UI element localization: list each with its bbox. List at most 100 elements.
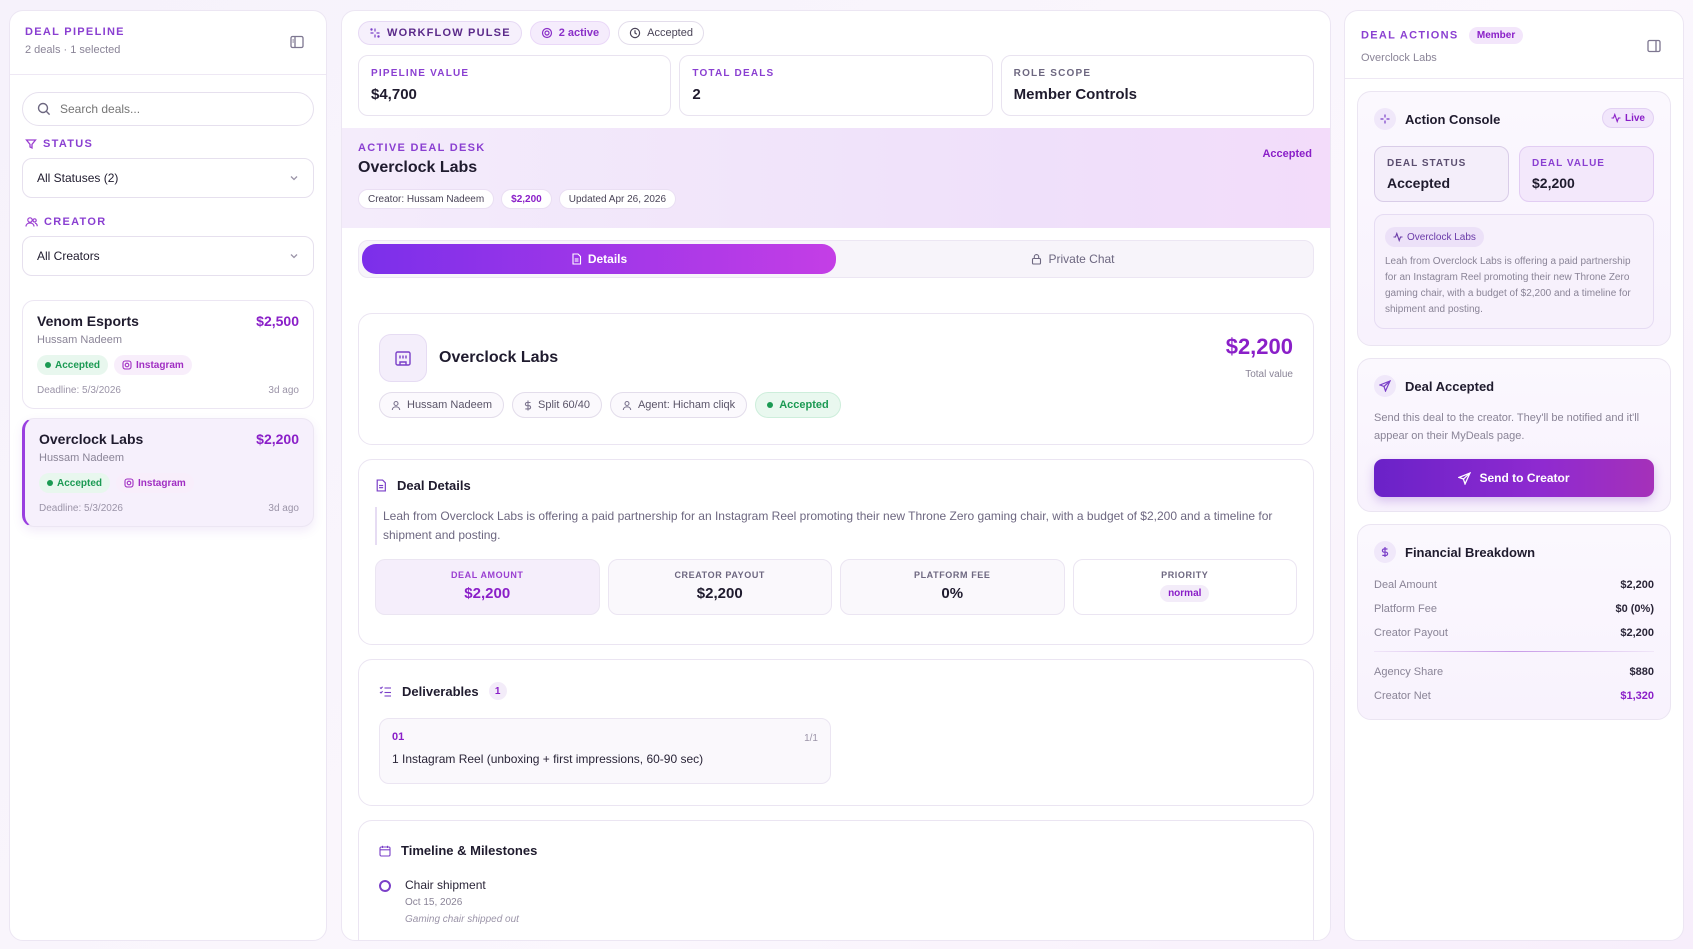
tab-details[interactable]: Details xyxy=(362,244,836,274)
stat-priority: PRIORITY normal xyxy=(1072,559,1297,615)
hero-split-label: Split 60/40 xyxy=(537,399,590,411)
brief-brand-chip: Overclock Labs xyxy=(1385,227,1484,247)
instagram-icon xyxy=(124,478,134,488)
instagram-icon xyxy=(122,360,132,370)
tab-private-chat[interactable]: Private Chat xyxy=(836,244,1310,274)
fin-label: Creator Net xyxy=(1374,690,1431,702)
status-select-value: All Statuses (2) xyxy=(37,171,119,185)
metrics-row: PIPELINE VALUE $4,700 TOTAL DEALS 2 ROLE… xyxy=(342,55,1330,116)
creator-select[interactable]: All Creators xyxy=(22,236,314,276)
metric-label: PIPELINE VALUE xyxy=(371,68,470,79)
fin-divider xyxy=(1374,651,1654,652)
activity-icon xyxy=(1611,113,1621,123)
deal-tabs: Details Private Chat xyxy=(358,240,1314,278)
user-icon xyxy=(391,400,401,411)
deal-actions-title: DEAL ACTIONS xyxy=(1361,29,1459,42)
stat-platform-fee: PLATFORM FEE 0% xyxy=(840,559,1065,615)
metric-label: TOTAL DEALS xyxy=(692,68,775,79)
deal-actions-title-row: DEAL ACTIONS Member xyxy=(1361,27,1667,44)
deal-hero-card: Overclock Labs $2,200 Total value Hussam… xyxy=(358,313,1314,445)
financial-title: Financial Breakdown xyxy=(1405,544,1536,560)
user-icon xyxy=(622,400,632,411)
building-icon xyxy=(379,334,427,382)
search-icon xyxy=(37,102,51,116)
dollar-icon xyxy=(1374,541,1396,563)
search-input[interactable] xyxy=(60,102,280,116)
deal-accepted-title: Deal Accepted xyxy=(1405,378,1495,394)
fin-label: Agency Share xyxy=(1374,666,1444,678)
fin-value: $2,200 xyxy=(1620,627,1654,639)
deal-age: 3d ago xyxy=(268,385,299,396)
financial-breakdown-card: Financial Breakdown Deal Amount $2,200 P… xyxy=(1357,524,1671,720)
deal-card-overclock-labs[interactable]: Overclock Labs $2,200 Hussam Nadeem Acce… xyxy=(22,418,314,527)
milestone-item: Chair shipment Oct 15, 2026 Gaming chair… xyxy=(379,878,1293,925)
milestone-title: Chair shipment xyxy=(405,878,486,892)
fin-row-creator-net: Creator Net $1,320 xyxy=(1374,690,1654,702)
metric-total-deals: TOTAL DEALS 2 xyxy=(679,55,993,116)
fin-value: $1,320 xyxy=(1620,690,1654,702)
send-icon xyxy=(1374,375,1396,397)
deal-value-label: DEAL VALUE xyxy=(1532,158,1605,169)
document-icon xyxy=(375,479,387,492)
status-select[interactable]: All Statuses (2) xyxy=(22,158,314,198)
hero-split-chip: Split 60/40 xyxy=(511,392,602,418)
stat-value: $2,200 xyxy=(696,585,743,602)
platform-badge-label: Instagram xyxy=(136,359,184,371)
deal-card-venom-esports[interactable]: Venom Esports $2,500 Hussam Nadeem Accep… xyxy=(22,300,314,409)
filter-icon xyxy=(25,138,37,150)
checklist-icon xyxy=(379,685,392,697)
deliverable-text: 1 Instagram Reel (unboxing + first impre… xyxy=(392,752,704,766)
metric-role-scope: ROLE SCOPE Member Controls xyxy=(1000,55,1314,116)
deliverable-item[interactable]: 01 1/1 1 Instagram Reel (unboxing + firs… xyxy=(379,718,831,784)
metric-value: $4,700 xyxy=(371,86,417,103)
hero-agent-chip: Agent: Hicham cliqk xyxy=(609,392,748,418)
deal-actions-header: DEAL ACTIONS Member Overclock Labs xyxy=(1345,11,1683,79)
collapse-sidebar-icon[interactable] xyxy=(288,33,306,51)
deal-creator: Hussam Nadeem xyxy=(39,452,124,464)
search-box[interactable] xyxy=(22,92,314,126)
deliverables-title: Deliverables xyxy=(402,683,479,699)
brief-text: Leah from Overclock Labs is offering a p… xyxy=(1385,256,1631,315)
dollar-icon xyxy=(524,400,532,411)
clock-icon xyxy=(629,27,641,39)
deal-details-title: Deal Details xyxy=(397,478,471,493)
desk-eyebrow: ACTIVE DEAL DESK xyxy=(358,142,486,154)
action-console-card: Action Console Live DEAL STATUS Accepted… xyxy=(1357,91,1671,346)
users-icon xyxy=(25,216,38,228)
status-label: STATUS xyxy=(43,138,94,150)
workflow-pulse-chip: WORKFLOW PULSE xyxy=(358,21,522,45)
deal-details-card: Deal Details Leah from Overclock Labs is… xyxy=(358,459,1314,645)
status-filter-label: STATUS xyxy=(25,138,311,150)
collapse-panel-icon[interactable] xyxy=(1645,37,1663,55)
deliverables-count: 1 xyxy=(488,682,507,700)
desk-creator-chip: Creator: Hussam Nadeem xyxy=(358,189,495,209)
hero-amount: $2,200 xyxy=(1225,334,1293,359)
live-badge: Live xyxy=(1601,108,1654,128)
deal-accepted-text: Send this deal to the creator. They'll b… xyxy=(1374,412,1640,442)
pulse-status-chip: Accepted xyxy=(618,21,704,45)
live-badge-label: Live xyxy=(1624,112,1645,124)
metric-value: Member Controls xyxy=(1013,86,1138,103)
desk-updated-chip: Updated Apr 26, 2026 xyxy=(558,189,677,209)
milestone-note: Gaming chair shipped out xyxy=(405,914,519,925)
status-badge: Accepted xyxy=(37,355,109,375)
deal-pipeline-panel: DEAL PIPELINE 2 deals · 1 selected STATU… xyxy=(9,10,327,941)
deal-deadline: Deadline: 5/3/2026 xyxy=(37,385,121,396)
active-count-label: 2 active xyxy=(558,27,600,39)
activity-icon xyxy=(1393,232,1403,242)
calendar-icon xyxy=(379,845,391,857)
workflow-pulse-label: WORKFLOW PULSE xyxy=(387,27,511,39)
pipeline-title: DEAL PIPELINE xyxy=(25,26,125,38)
send-to-creator-button[interactable]: Send to Creator xyxy=(1374,459,1654,497)
timeline-title: Timeline & Milestones xyxy=(401,843,538,858)
deal-age: 3d ago xyxy=(268,503,299,514)
stat-value: 0% xyxy=(941,585,964,602)
platform-badge: Instagram xyxy=(116,473,194,493)
role-badge: Member xyxy=(1468,27,1524,44)
deal-content-scroll[interactable]: Overclock Labs $2,200 Total value Hussam… xyxy=(342,295,1330,940)
deal-actions-subtitle: Overclock Labs xyxy=(1361,52,1437,64)
deliverable-number: 01 xyxy=(392,731,405,743)
active-deal-desk: ACTIVE DEAL DESK Overclock Labs Accepted… xyxy=(342,128,1330,228)
deal-status-value: Accepted xyxy=(1387,175,1451,191)
fin-label: Platform Fee xyxy=(1374,603,1437,615)
